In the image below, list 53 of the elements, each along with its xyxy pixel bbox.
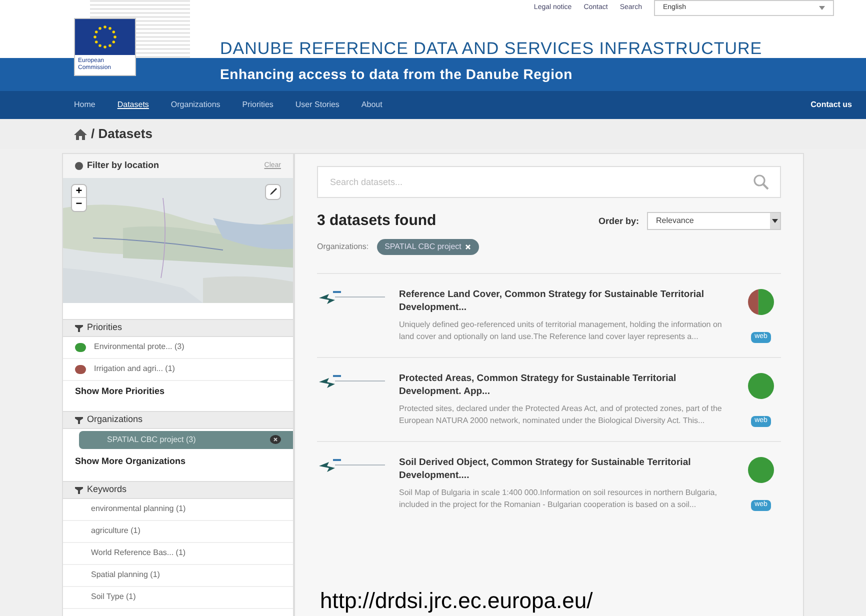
nav-tab[interactable]: Home	[74, 99, 96, 111]
active-filter-tag[interactable]: SPATIAL CBC project	[376, 238, 480, 254]
search-field[interactable]: Search datasets...	[317, 166, 781, 198]
zoom-in-button[interactable]: +	[72, 184, 86, 198]
zoom-out-button[interactable]: −	[72, 198, 86, 210]
facet-title: Organizations	[87, 412, 143, 426]
panel-title: Filter by location	[87, 159, 160, 172]
show-more-link[interactable]: Show More Priorities	[63, 380, 293, 400]
priority-chart-icon	[747, 288, 775, 316]
facet-item[interactable]: Irrigation and agri... (1)	[63, 358, 293, 380]
results-count: 3 datasets found	[317, 211, 436, 231]
tagline: Enhancing access to data from the Danube Region	[220, 65, 572, 84]
facet-title: Priorities	[87, 320, 122, 334]
facet-item[interactable]: Environmental prote... (3)	[63, 336, 293, 358]
facet-item[interactable]: Spatial planning (1)	[63, 564, 293, 586]
priority-chart-icon	[747, 372, 775, 400]
nav-tab[interactable]: Datasets	[117, 99, 149, 111]
remove-icon[interactable]	[270, 435, 281, 444]
url-caption: http://drdsi.jrc.ec.europa.eu/	[320, 588, 593, 614]
draw-button[interactable]	[265, 184, 281, 200]
priority-chart-icon	[747, 456, 775, 484]
breadcrumb: / Datasets	[91, 125, 152, 144]
remove-icon	[465, 244, 472, 250]
dataset-description: Soil Map of Bulgaria in scale 1:400 000.Information on soil resources in northern Bulgaria, included in the project for the Romanian - Bulgarian cooperation is based on a soil...	[399, 486, 718, 510]
dataset-title[interactable]: Protected Areas, Common Strategy for Sustainable Territorial Development. App...	[399, 372, 709, 398]
filter-icon	[75, 486, 83, 494]
facet-item[interactable]: World Reference Bas... (1)	[63, 542, 293, 564]
eu-flag-icon	[75, 19, 135, 55]
nav-tab[interactable]: User Stories	[295, 99, 340, 111]
order-by-select[interactable]: Relevance	[647, 212, 781, 230]
facet-item[interactable]: environmental planning (1)	[63, 498, 293, 520]
order-by-label: Order by:	[598, 214, 639, 228]
facet-title: Keywords	[87, 482, 127, 496]
facet-item[interactable]: Soil Type (1)	[63, 586, 293, 608]
dataset-title[interactable]: Reference Land Cover, Common Strategy for Sustainable Territorial Development...	[399, 288, 709, 314]
filter-icon	[75, 324, 83, 332]
dataset-description: Uniquely defined geo-referenced units of territorial management, holding the information on land cover and optionally on land use.The Reference land cover layer represents a...	[399, 318, 723, 342]
nav-tab[interactable]: Priorities	[242, 99, 274, 111]
nav-tab[interactable]: About	[361, 99, 382, 111]
pencil-icon	[268, 187, 278, 196]
home-icon[interactable]	[74, 128, 87, 140]
dropdown-icon	[819, 6, 825, 10]
search-icon	[753, 174, 769, 190]
filter-label: Organizations:	[317, 240, 369, 252]
site-title: DANUBE REFERENCE DATA AND SERVICES INFRASTRUCTURE	[220, 38, 762, 60]
dataset-description: Protected sites, declared under the Protected Areas Act, and of protected zones, part of the European NATURA 2000 network, nominated under the Biological Diversity Act. This...	[399, 402, 723, 426]
show-more-link[interactable]: Show More Organizations	[63, 450, 293, 470]
filter-icon	[75, 416, 83, 424]
dropdown-icon	[770, 213, 780, 230]
facet-item[interactable]: agriculture (1)	[63, 520, 293, 542]
dataset-title[interactable]: Soil Derived Object, Common Strategy for Sustainable Territorial Development....	[399, 456, 709, 482]
contact-link[interactable]: Contact us	[810, 99, 852, 111]
nav-tab[interactable]: Organizations	[170, 99, 220, 111]
